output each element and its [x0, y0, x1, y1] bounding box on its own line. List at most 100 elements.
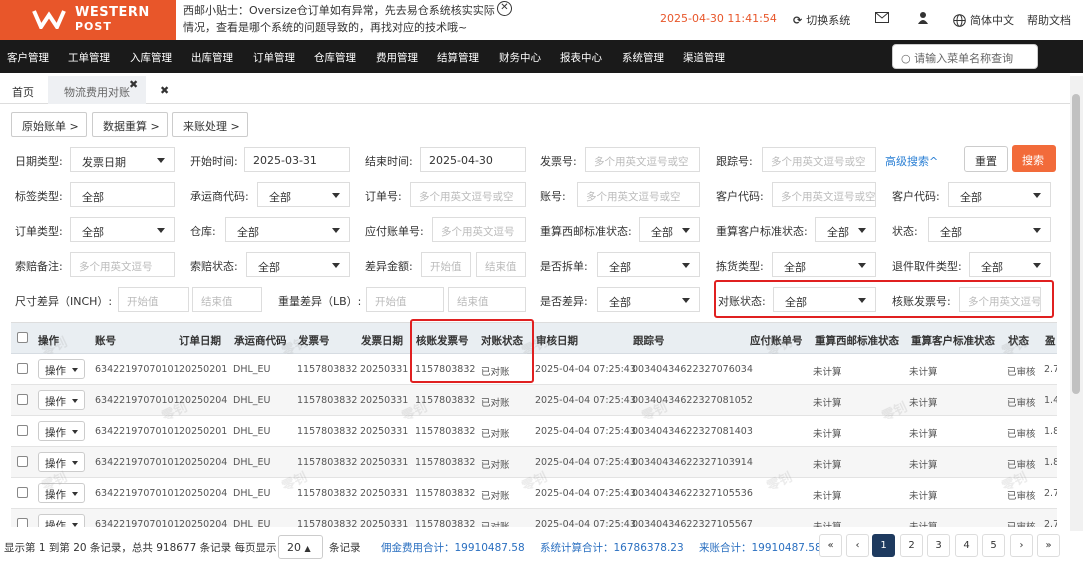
pick-type-select[interactable]: 全部	[772, 252, 876, 277]
cell-recalc-cust: 未计算	[909, 460, 938, 471]
row-checkbox[interactable]	[17, 487, 28, 498]
tab-home[interactable]: 首页	[0, 76, 48, 104]
search-button[interactable]: 搜索	[1012, 145, 1056, 172]
warehouse-select[interactable]: 全部	[225, 217, 350, 242]
cell-profit: 1.8	[1044, 426, 1057, 437]
nav-item-finance[interactable]: 财务中心	[499, 50, 541, 65]
close-all-tabs-icon[interactable]: ✖	[160, 84, 169, 97]
diff-amount-start-input[interactable]: 开始值	[421, 252, 471, 277]
row-checkbox[interactable]	[17, 394, 28, 405]
page-last-button[interactable]: »	[1037, 534, 1060, 557]
date-type-select[interactable]: 发票日期	[70, 147, 175, 172]
recalc-cust-select[interactable]: 全部	[815, 217, 876, 242]
page-size-select[interactable]: 20 ▲	[278, 535, 323, 559]
caret-up-icon: ▲	[304, 544, 311, 553]
diff-amount-end-input[interactable]: 结束值	[476, 252, 526, 277]
page-3-button[interactable]: 3	[927, 534, 950, 557]
row-checkbox[interactable]	[17, 363, 28, 374]
page-scrollbar[interactable]	[1070, 76, 1083, 531]
carrier-code-select[interactable]: 全部	[257, 182, 350, 207]
nav-item-outbound[interactable]: 出库管理	[191, 50, 233, 65]
cell-tracking: 00340434622327105567	[632, 519, 753, 527]
size-diff-start-input[interactable]: 开始值	[118, 287, 189, 312]
customer-code-label: 客户代码:	[716, 190, 764, 203]
order-type-select[interactable]: 全部	[70, 217, 175, 242]
split-select[interactable]: 全部	[597, 252, 700, 277]
end-time-input[interactable]: 2025-04-30	[420, 147, 526, 172]
table-row[interactable]: 操作 63422197070101 20250204 DHL_EU 1157803832…	[11, 509, 1057, 527]
nav-item-warehouse[interactable]: 仓库管理	[314, 50, 356, 65]
split-label: 是否拆单:	[540, 260, 588, 273]
status-select[interactable]: 全部	[928, 217, 1051, 242]
incoming-process-button[interactable]: 来账处理 >	[172, 112, 248, 137]
row-checkbox[interactable]	[17, 518, 28, 527]
page-5-button[interactable]: 5	[982, 534, 1005, 557]
row-checkbox[interactable]	[17, 425, 28, 436]
select-all-checkbox[interactable]	[17, 332, 28, 343]
account-input[interactable]: 多个用英文逗号或空	[577, 182, 700, 207]
row-op-button[interactable]: 操作	[38, 359, 85, 379]
page-first-button[interactable]: «	[819, 534, 842, 557]
advanced-search-link[interactable]: 高级搜索^	[885, 153, 938, 169]
nav-item-settlement[interactable]: 结算管理	[437, 50, 479, 65]
page-prev-button[interactable]: ‹	[846, 534, 869, 557]
table-row[interactable]: 操作 6342219707010​1 20250201 DHL_EU 115780383…	[11, 354, 1057, 385]
tab-close-icon[interactable]: ✖	[129, 78, 138, 91]
size-diff-end-input[interactable]: 结束值	[192, 287, 262, 312]
cell-account: 63422197070101	[95, 519, 180, 527]
weight-diff-end-input[interactable]: 结束值	[448, 287, 526, 312]
logo[interactable]: WESTERN POST	[0, 0, 176, 40]
scrollbar-thumb[interactable]	[1072, 94, 1080, 394]
chevron-down-icon	[682, 228, 690, 233]
user-button[interactable]	[918, 12, 928, 24]
notice-close-icon[interactable]: ✕	[497, 1, 512, 16]
claim-status-select[interactable]: 全部	[246, 252, 350, 277]
recalc-west-select[interactable]: 全部	[639, 217, 700, 242]
date-type-label: 日期类型:	[15, 155, 63, 168]
order-no-input[interactable]: 多个用英文逗号或空	[410, 182, 526, 207]
nav-item-inbound[interactable]: 入库管理	[130, 50, 172, 65]
has-diff-select[interactable]: 全部	[597, 287, 700, 312]
tracking-input[interactable]: 多个用英文逗号或空	[762, 147, 876, 172]
weight-diff-start-input[interactable]: 开始值	[366, 287, 444, 312]
page-2-button[interactable]: 2	[900, 534, 923, 557]
cell-invoice-date: 20250331	[360, 364, 409, 375]
nav-item-channel[interactable]: 渠道管理	[683, 50, 725, 65]
nav-item-system[interactable]: 系统管理	[622, 50, 664, 65]
nav-item-order[interactable]: 订单管理	[253, 50, 295, 65]
cell-recon-status: 已对账	[481, 491, 510, 502]
row-checkbox[interactable]	[17, 456, 28, 467]
row-op-button[interactable]: 操作	[38, 421, 85, 441]
mail-button[interactable]	[875, 12, 889, 23]
switch-system-button[interactable]: ⟳ 切换系统	[793, 12, 850, 28]
claim-note-input[interactable]: 多个用英文逗号	[70, 252, 175, 277]
row-op-button[interactable]: 操作	[38, 514, 85, 527]
nav-item-ticket[interactable]: 工单管理	[68, 50, 110, 65]
nav-item-report[interactable]: 报表中心	[560, 50, 602, 65]
nav-item-customer[interactable]: 客户管理	[7, 50, 49, 65]
tag-type-select[interactable]: 全部	[70, 182, 175, 207]
start-time-input[interactable]: 2025-03-31	[244, 147, 350, 172]
cell-audit-date: 2025-04-04 07:25:43	[535, 395, 636, 406]
language-button[interactable]: 简体中文	[953, 12, 1014, 28]
record-summary: 显示第 1 到第 20 条记录，总共 918677 条记录 每页显示	[4, 542, 277, 554]
return-type-value: 全部	[981, 261, 1003, 274]
raw-bill-button[interactable]: 原始账单 >	[11, 112, 87, 137]
page-next-button[interactable]: ›	[1010, 534, 1033, 557]
help-link[interactable]: 帮助文档	[1027, 12, 1071, 28]
customer-code-input[interactable]: 多个用英文逗号或空	[772, 182, 876, 207]
page-1-button[interactable]: 1	[872, 534, 895, 557]
reset-button[interactable]: 重置	[964, 146, 1008, 172]
payable-bill-input[interactable]: 多个用英文逗号	[432, 217, 526, 242]
menu-search-input[interactable]: ○ 请输入菜单名称查询	[892, 44, 1038, 69]
invoice-no-input[interactable]: 多个用英文逗号或空	[585, 147, 700, 172]
date-type-value: 发票日期	[82, 156, 126, 169]
row-op-button[interactable]: 操作	[38, 390, 85, 410]
page-tabs: 首页 物流费用对账 ✖ ✖	[0, 76, 1070, 104]
tab-reconciliation-label: 物流费用对账	[64, 86, 130, 99]
page-4-button[interactable]: 4	[955, 534, 978, 557]
recalc-button[interactable]: 数据重算 >	[92, 112, 168, 137]
customer-code-select[interactable]: 全部	[948, 182, 1051, 207]
nav-item-fee[interactable]: 费用管理	[376, 50, 418, 65]
return-type-select[interactable]: 全部	[969, 252, 1051, 277]
